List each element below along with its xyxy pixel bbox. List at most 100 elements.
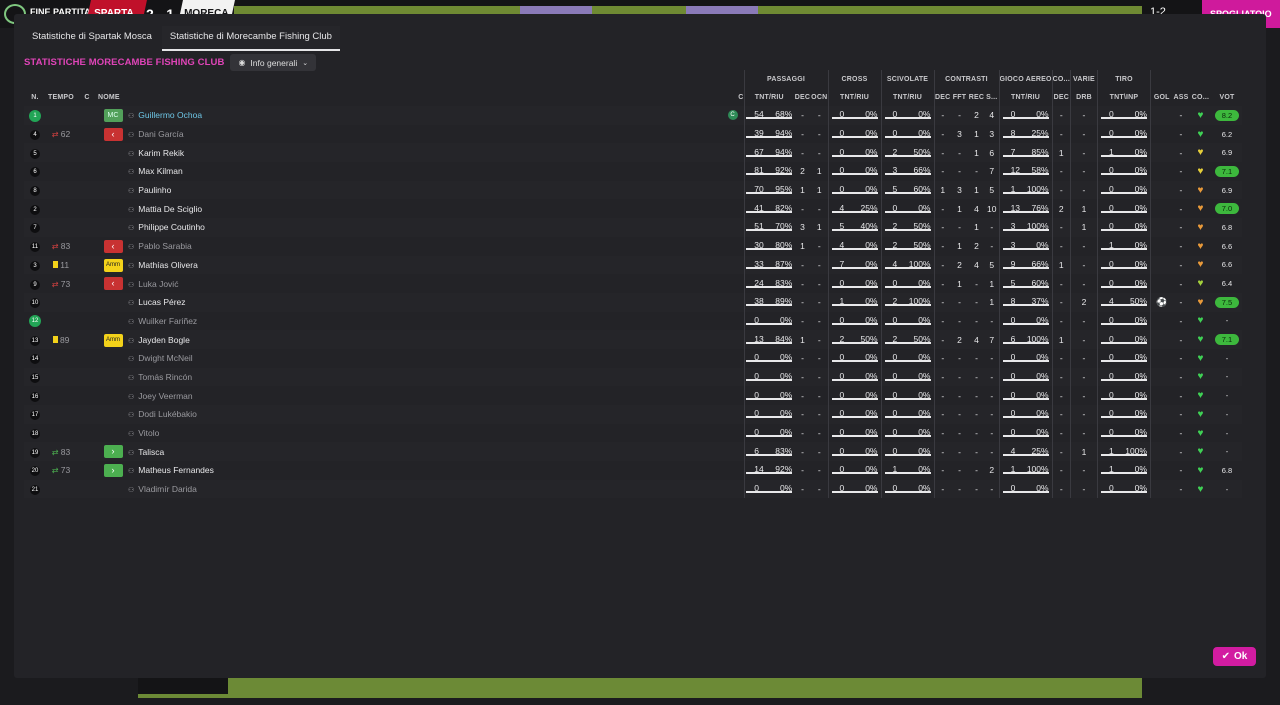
column-header[interactable]: DEC	[794, 88, 811, 106]
table-row[interactable]: 15 ⚇ Tomás Rincón 0 0% - -0 0% 0 0% - - - -0 0% - -0 0% -…	[24, 367, 1243, 387]
dribble-cell: -	[1069, 461, 1098, 480]
player-name-cell[interactable]: ⚇ Max Kilman	[128, 162, 744, 181]
view-dropdown[interactable]: ◉ Info generali ⌄	[230, 54, 317, 71]
player-name-cell[interactable]: ⚇ Tomás Rincón	[128, 367, 744, 387]
player-name[interactable]: Karim Rekik	[138, 148, 184, 158]
column-header[interactable]: DEC	[1051, 88, 1071, 106]
rating-badge: 8.2	[1214, 109, 1239, 121]
table-row[interactable]: 1 MC ⚇ Guillermo Ochoa C 54 68% - -0 0% 0 0% - -2 4 0 0…	[24, 106, 1243, 125]
player-name[interactable]: Matheus Fernandes	[138, 465, 214, 475]
assists-cell: -	[1172, 143, 1190, 163]
table-row[interactable]: 17 ⚇ Dodi Lukébakio 0 0% - -0 0% 0 0% - - - -0 0% - -0 0…	[24, 405, 1243, 424]
co-dec-cell: -	[1051, 461, 1071, 480]
table-row[interactable]: 11 ⇄ 83 ‹ ⚇ Pablo Sarabia 30 80% 1-4 0% 2 50% -1 2-3…	[24, 236, 1243, 256]
player-name[interactable]: Max Kilman	[138, 166, 182, 176]
column-header[interactable]: CO...	[1189, 88, 1211, 106]
player-name[interactable]: Jayden Bogle	[138, 335, 190, 345]
rating-badge: 7.5	[1214, 296, 1239, 308]
column-header[interactable]: TEMPO	[46, 88, 76, 106]
column-header[interactable]: C	[128, 88, 744, 106]
column-header[interactable]: NOME	[98, 88, 128, 106]
ok-button[interactable]: ✔ Ok	[1213, 647, 1256, 666]
contrast-dec-cell: -	[933, 423, 951, 443]
tab-morecambe-stats[interactable]: Statistiche di Morecambe Fishing Club	[161, 26, 340, 51]
column-header[interactable]: TNT/RIU	[743, 88, 794, 106]
table-row[interactable]: 14 ⚇ Dwight McNeil 0 0% - -0 0% 0 0% - - - -0 0% - -0 0%…	[24, 348, 1243, 368]
shirt-number-cell: 5	[24, 143, 46, 163]
column-header[interactable]: S...	[985, 88, 999, 106]
player-name[interactable]: Vladimír Darida	[138, 484, 197, 494]
player-name-cell[interactable]: ⚇ Mattia De Sciglio	[128, 199, 744, 219]
column-header[interactable]: TNT/RIU	[998, 88, 1053, 106]
tnt-value: 39 94%	[746, 128, 793, 139]
player-name-cell[interactable]: ⚇ Jayden Bogle	[128, 330, 744, 349]
column-header[interactable]: TNT\INP	[1096, 88, 1151, 106]
player-name[interactable]: Mathías Olivera	[138, 260, 198, 270]
player-name-cell[interactable]: ⚇ Paulinho	[128, 180, 744, 200]
table-row[interactable]: 3 11 Amm ⚇ Mathías Olivera 33 87% - -7 0% 4 100% -2…	[24, 255, 1243, 275]
column-header[interactable]: ASS	[1172, 88, 1189, 106]
player-name[interactable]: Dodi Lukébakio	[138, 409, 197, 419]
column-header[interactable]: DRB	[1069, 88, 1098, 106]
player-name[interactable]: Guillermo Ochoa	[138, 110, 202, 120]
column-header[interactable]: OCN	[811, 88, 828, 106]
player-name[interactable]: Dwight McNeil	[138, 353, 192, 363]
player-name-cell[interactable]: ⚇ Karim Rekik	[128, 143, 744, 163]
table-row[interactable]: 4 ⇄ 62 ‹ ⚇ Dani García 39 94% - -0 0% 0 0% -3 1 3 8 25% -…	[24, 124, 1243, 144]
player-name-cell[interactable]: ⚇ Vladimír Darida	[128, 479, 744, 499]
table-row[interactable]: 19 ⇄ 83 › ⚇ Talisca 6 83% - -0 0% 0 0% - - - -4 25% -1 1 10…	[24, 442, 1243, 462]
table-row[interactable]: 21 ⚇ Vladimír Darida 0 0% - -0 0% 0 0% - - - -0 0% - -0…	[24, 479, 1243, 499]
table-row[interactable]: 9 ⇄ 73 ‹ ⚇ Luka Jović 24 83% - -0 0% 0 0% -1-1 5 60% - -…	[24, 274, 1243, 293]
table-row[interactable]: 18 ⚇ Vitolo 0 0% - -0 0% 0 0% - - - -0 0% - -0 0% - ♥ -	[24, 423, 1243, 443]
player-name[interactable]: Dani García	[138, 129, 183, 139]
column-header[interactable]: GOL	[1149, 88, 1173, 106]
pass-dec-cell: -	[794, 143, 811, 163]
column-header[interactable]: TNT/RIU	[880, 88, 934, 106]
column-header[interactable]: TNT/RIU	[827, 88, 881, 106]
table-row[interactable]: 7 ⚇ Philippe Coutinho 51 70% 3 1 5 40% 2 50% - -1-3…	[24, 218, 1243, 237]
table-row[interactable]: 16 ⚇ Joey Veerman 0 0% - -0 0% 0 0% - - - -0 0% - -0 0% -…	[24, 386, 1243, 405]
player-name-cell[interactable]: ⚇ Dwight McNeil	[128, 348, 744, 368]
player-name-cell[interactable]: ⚇ Joey Veerman	[128, 386, 744, 405]
player-name[interactable]: Luka Jović	[138, 279, 178, 289]
player-name[interactable]: Joey Veerman	[138, 391, 192, 401]
column-header[interactable]: C	[76, 88, 98, 106]
player-name-cell[interactable]: ⚇ Dani García	[128, 124, 744, 144]
player-name-cell[interactable]: ⚇ Dodi Lukébakio	[128, 405, 744, 424]
player-name-cell[interactable]: ⚇ Pablo Sarabia	[128, 236, 744, 256]
player-name-cell[interactable]: ⚇ Lucas Pérez	[128, 292, 744, 312]
player-name-cell[interactable]: ⚇ Philippe Coutinho	[128, 218, 744, 237]
table-row[interactable]: 8 ⚇ Paulinho 70 95% 1 1 0 0% 5 60% 1 3 1 5 1 100% - -0 0% -…	[24, 180, 1243, 200]
column-header[interactable]: REC	[968, 88, 985, 106]
player-name-cell[interactable]: ⚇ Vitolo	[128, 423, 744, 443]
table-row[interactable]: 13 89 Amm ⚇ Jayden Bogle 13 84% 1-2 50% 2 50% -2 4 7…	[24, 330, 1243, 349]
player-name[interactable]: Vitolo	[138, 428, 159, 438]
player-name[interactable]: Wuilker Fariñez	[138, 316, 197, 326]
player-name-cell[interactable]: ⚇ Luka Jović	[128, 274, 744, 293]
player-name-cell[interactable]: ⚇ Mathías Olivera	[128, 255, 744, 275]
player-name[interactable]: Tomás Rincón	[138, 372, 192, 382]
player-name[interactable]: Pablo Sarabia	[138, 241, 191, 251]
player-name-cell[interactable]: ⚇ Matheus Fernandes	[128, 461, 744, 480]
player-name[interactable]: Philippe Coutinho	[138, 222, 205, 232]
table-row[interactable]: 2 ⚇ Mattia De Sciglio 41 82% - -4 25% 0 0% -1 4 10 1…	[24, 199, 1243, 219]
table-row[interactable]: 5 ⚇ Karim Rekik 67 94% - -0 0% 2 50% - -1 6 7 85% 1-1 0…	[24, 143, 1243, 163]
player-name[interactable]: Lucas Pérez	[138, 297, 185, 307]
player-name[interactable]: Paulinho	[138, 185, 171, 195]
tab-spartak-stats[interactable]: Statistiche di Spartak Mosca	[24, 26, 160, 51]
column-header[interactable]: FFT	[951, 88, 968, 106]
player-name[interactable]: Talisca	[138, 447, 164, 457]
column-header[interactable]: DEC	[933, 88, 951, 106]
table-row[interactable]: 20 ⇄ 73 › ⚇ Matheus Fernandes 14 92% - -0 0% 1 0% - -…	[24, 461, 1243, 480]
table-row[interactable]: 6 ⚇ Max Kilman 81 92% 2 1 0 0% 3 66% - - -7 12 58% - -0 0…	[24, 162, 1243, 181]
table-row[interactable]: 12 ⚇ Wuilker Fariñez 0 0% - -0 0% 0 0% - - - -0 0% - -0…	[24, 311, 1243, 331]
shirt-number: 14	[30, 354, 40, 365]
column-header[interactable]: N.	[24, 88, 46, 106]
tnt-value: 0 0%	[1002, 109, 1049, 120]
player-name[interactable]: Mattia De Sciglio	[138, 204, 202, 214]
player-name-cell[interactable]: ⚇ Talisca	[128, 442, 744, 462]
player-name-cell[interactable]: ⚇ Wuilker Fariñez	[128, 311, 744, 331]
column-header[interactable]: VOT	[1211, 88, 1242, 106]
player-name-cell[interactable]: ⚇ Guillermo Ochoa C	[128, 106, 744, 125]
table-row[interactable]: 10 ⚇ Lucas Pérez 38 89% - -1 0% 2 100% - - -1 8 37% -2…	[24, 292, 1243, 312]
